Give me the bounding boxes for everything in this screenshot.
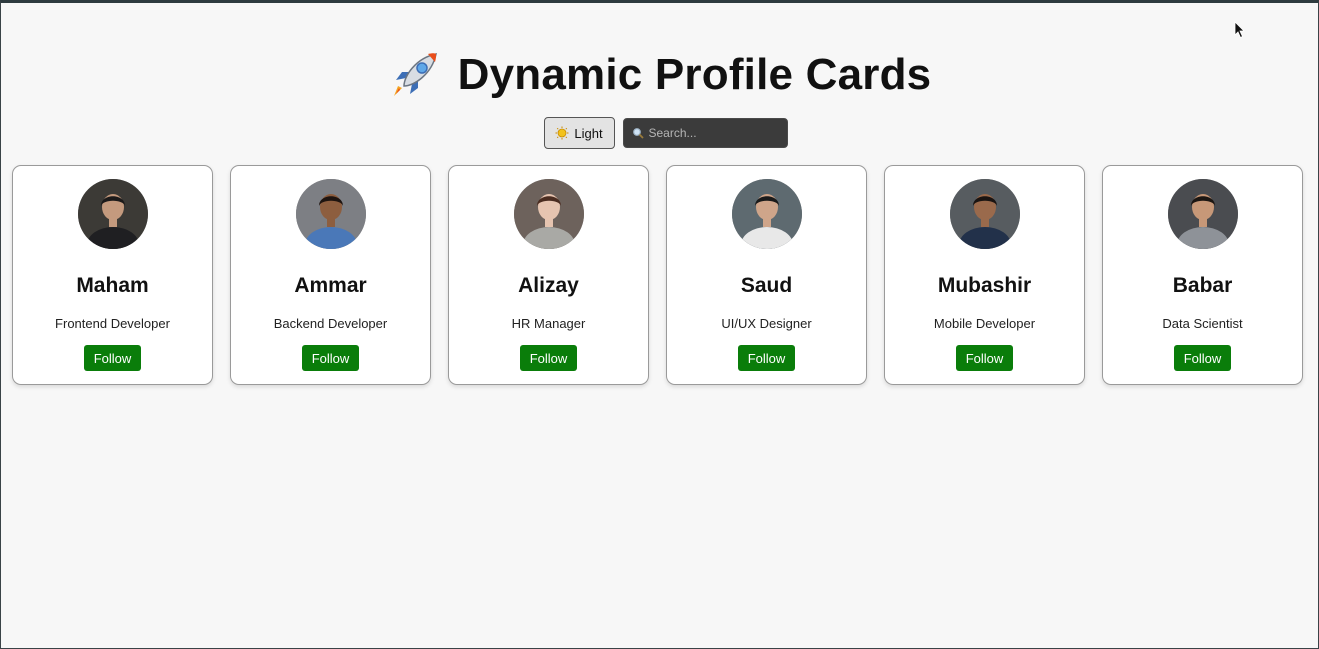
profile-role: Mobile Developer bbox=[933, 316, 1036, 331]
profile-role: UI/UX Designer bbox=[721, 316, 812, 331]
avatar bbox=[731, 179, 802, 249]
avatar bbox=[949, 179, 1020, 249]
profile-role: HR Manager bbox=[511, 316, 586, 331]
magnifier-icon bbox=[632, 128, 644, 139]
follow-button[interactable]: Follow bbox=[520, 345, 577, 371]
avatar-portrait bbox=[295, 179, 366, 249]
app-window: Dynamic Profile Cards Light Search... Ma… bbox=[0, 0, 1319, 649]
avatar-portrait bbox=[1167, 179, 1238, 249]
profile-card: Babar Data Scientist Follow bbox=[1102, 165, 1303, 385]
mouse-cursor-icon bbox=[1234, 21, 1245, 39]
profile-name: Saud bbox=[740, 274, 793, 297]
search-input[interactable] bbox=[648, 126, 779, 140]
profile-card: Mubashir Mobile Developer Follow bbox=[884, 165, 1085, 385]
profile-card: Maham Frontend Developer Follow bbox=[12, 165, 213, 385]
avatar-portrait bbox=[513, 179, 584, 249]
avatar-portrait bbox=[949, 179, 1020, 249]
avatar bbox=[77, 179, 148, 249]
profile-name: Mubashir bbox=[937, 274, 1032, 297]
rocket-icon bbox=[393, 53, 437, 96]
profile-name: Maham bbox=[76, 274, 149, 297]
follow-button[interactable]: Follow bbox=[84, 345, 141, 371]
follow-button[interactable]: Follow bbox=[1174, 345, 1231, 371]
profile-name: Ammar bbox=[294, 274, 367, 297]
avatar bbox=[1167, 179, 1238, 249]
page-title-text: Dynamic Profile Cards bbox=[457, 50, 932, 99]
avatar bbox=[513, 179, 584, 249]
follow-button[interactable]: Follow bbox=[302, 345, 359, 371]
profile-role: Data Scientist bbox=[1162, 316, 1243, 331]
profile-name: Babar bbox=[1172, 274, 1233, 297]
profile-role: Backend Developer bbox=[273, 316, 388, 331]
profile-card: Saud UI/UX Designer Follow bbox=[666, 165, 867, 385]
profile-card: Alizay HR Manager Follow bbox=[448, 165, 649, 385]
avatar bbox=[295, 179, 366, 249]
profile-card-list: Maham Frontend Developer Follow Ammar Ba… bbox=[12, 165, 1303, 385]
avatar-portrait bbox=[77, 179, 148, 249]
theme-toggle-button[interactable]: Light bbox=[543, 117, 615, 149]
sun-icon bbox=[555, 126, 569, 140]
search-box[interactable] bbox=[622, 118, 788, 148]
profile-name: Alizay bbox=[518, 274, 579, 297]
theme-toggle-label: Light bbox=[574, 125, 603, 141]
follow-button[interactable]: Follow bbox=[738, 345, 795, 371]
follow-button[interactable]: Follow bbox=[956, 345, 1013, 371]
profile-card: Ammar Backend Developer Follow bbox=[230, 165, 431, 385]
toolbar: Light bbox=[1, 117, 1318, 149]
page-title: Dynamic Profile Cards bbox=[1, 48, 1318, 102]
profile-role: Frontend Developer bbox=[55, 316, 170, 331]
avatar-portrait bbox=[731, 179, 802, 249]
